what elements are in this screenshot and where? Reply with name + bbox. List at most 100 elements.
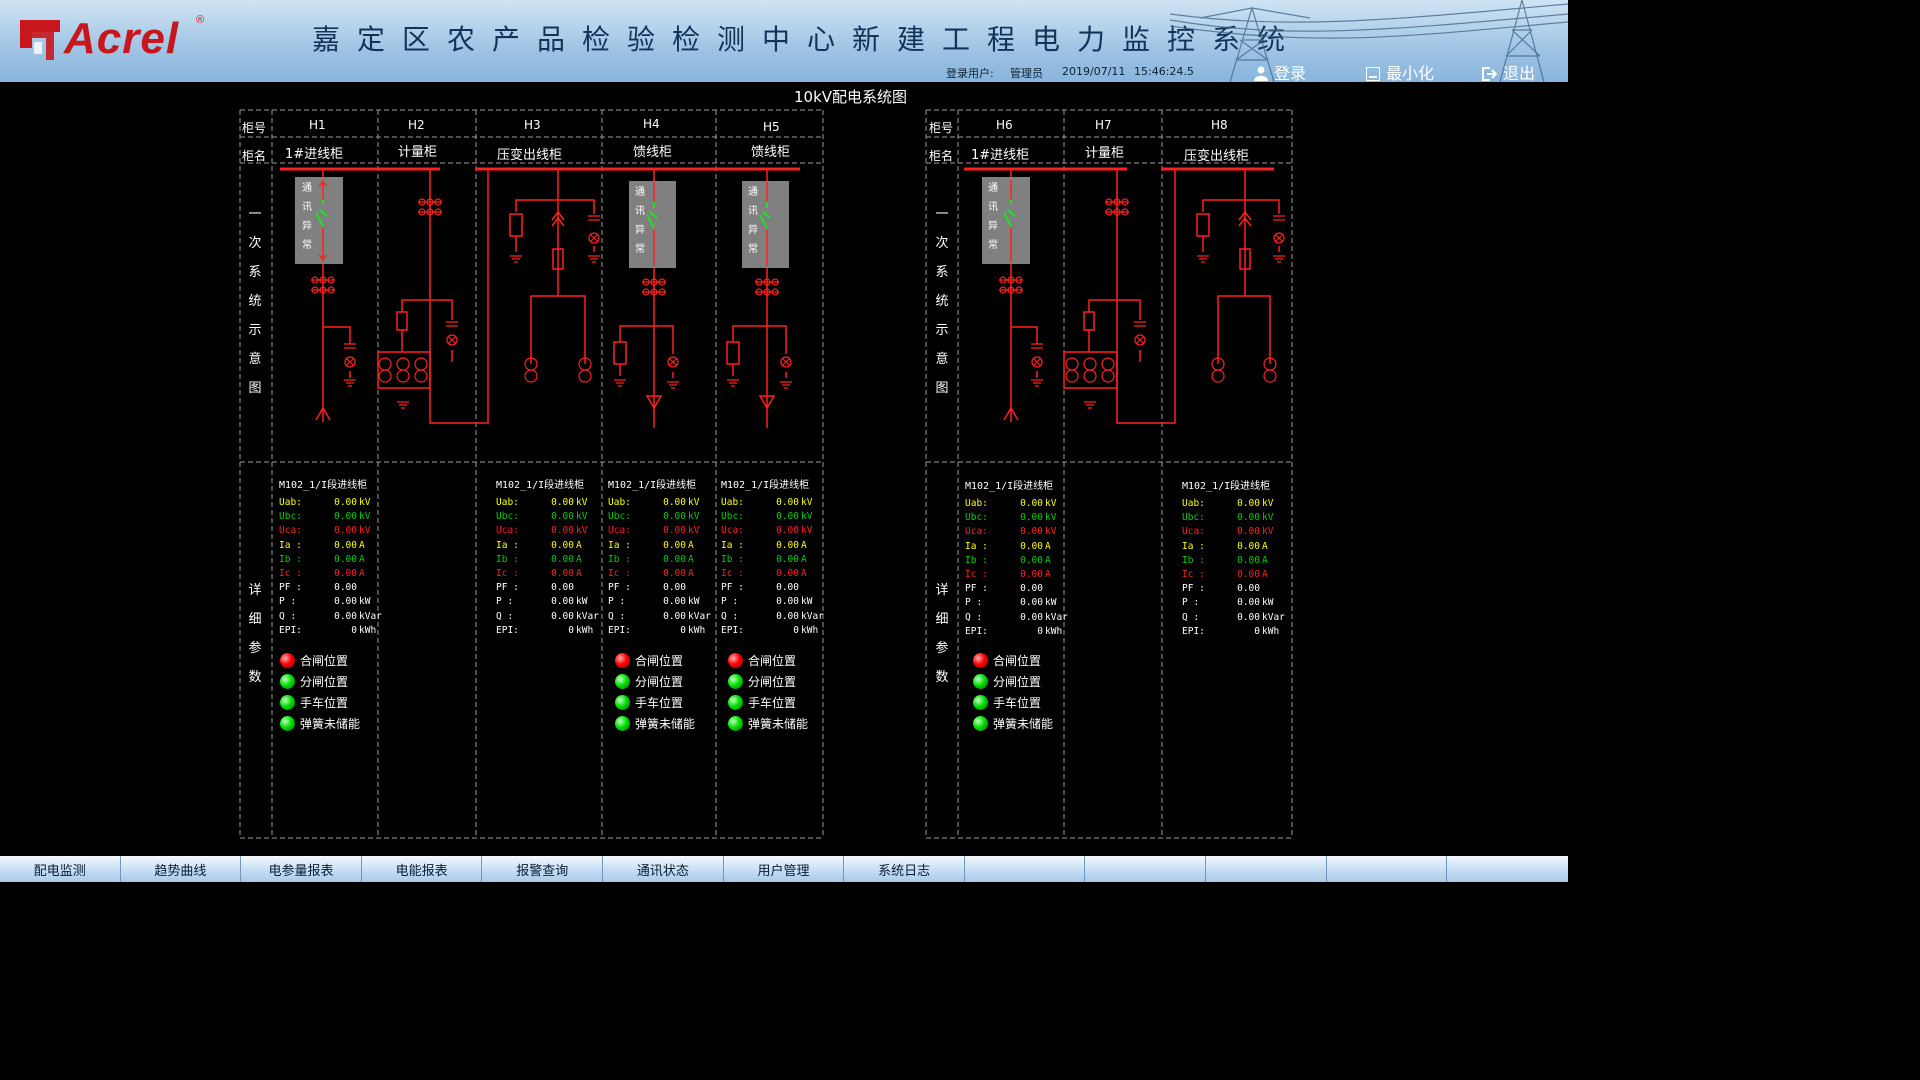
comm-error-label[interactable]: 通讯异常 bbox=[300, 179, 314, 255]
nav-item-5[interactable]: 通讯状态 bbox=[603, 856, 724, 882]
state-indicator: 弹簧未储能 bbox=[280, 715, 390, 736]
comm-error-label[interactable]: 通讯异常 bbox=[746, 183, 760, 259]
param-unit: kV bbox=[576, 511, 588, 523]
nav-item-6[interactable]: 用户管理 bbox=[724, 856, 845, 882]
param-value: 0 bbox=[568, 624, 574, 636]
param-unit: A bbox=[1045, 540, 1051, 552]
param-value: 0.00 bbox=[334, 567, 357, 579]
param-row: Ubc: 0.00 kV bbox=[965, 512, 1069, 526]
param-row: Ubc: 0.00 kV bbox=[608, 511, 712, 525]
nav-item-0[interactable]: 配电监测 bbox=[0, 856, 121, 882]
param-unit: kVar bbox=[1045, 611, 1068, 623]
state-label: 合闸位置 bbox=[300, 654, 349, 668]
nav-item-8[interactable] bbox=[965, 856, 1086, 882]
param-value: 0.00 bbox=[776, 539, 799, 551]
param-name: Ic : bbox=[1182, 568, 1205, 580]
param-row: EPI: 0 kWh bbox=[1182, 626, 1286, 640]
status-led-icon bbox=[973, 653, 988, 668]
param-value: 0.00 bbox=[334, 582, 357, 594]
param-row: Uca: 0.00 kV bbox=[965, 526, 1069, 540]
param-name: Uab: bbox=[1182, 498, 1205, 509]
param-name: P : bbox=[279, 596, 297, 608]
comm-error-label[interactable]: 通讯异常 bbox=[633, 183, 647, 259]
param-name: Ia : bbox=[1182, 540, 1205, 552]
param-row: Ia : 0.00 A bbox=[279, 540, 383, 554]
param-panel-h6: M102_1/I段进线柜 Uab: 0.00 kV Ubc: 0.00 kV Uca: 0.00… bbox=[965, 477, 1069, 640]
param-value: 0.00 bbox=[663, 497, 686, 508]
param-name: EPI: bbox=[1182, 625, 1205, 637]
param-row: P : 0.00 kW bbox=[965, 597, 1069, 611]
state-indicator: 分闸位置 bbox=[728, 673, 838, 694]
panel-title: M102_1/I段进线柜 bbox=[279, 480, 368, 491]
param-unit: A bbox=[1045, 568, 1051, 580]
param-row: Q : 0.00 kVar bbox=[721, 611, 825, 625]
detail-params-label: 详细参数 bbox=[248, 583, 262, 685]
param-value: 0.00 bbox=[1237, 526, 1260, 538]
param-value: 0.00 bbox=[1020, 554, 1043, 566]
nav-item-4[interactable]: 报警查询 bbox=[482, 856, 604, 882]
param-value: 0.00 bbox=[1237, 540, 1260, 552]
param-row: Uab: 0.00 kV bbox=[1182, 498, 1286, 512]
param-name: P : bbox=[1182, 597, 1200, 609]
param-unit: A bbox=[801, 553, 807, 565]
param-value: 0.00 bbox=[551, 553, 574, 565]
param-name: Ubc: bbox=[279, 511, 302, 523]
param-value: 0.00 bbox=[776, 582, 799, 594]
param-row: PF : 0.00 bbox=[608, 582, 712, 596]
param-unit: A bbox=[1262, 540, 1268, 552]
param-row: Ia : 0.00 A bbox=[496, 540, 600, 554]
param-name: PF : bbox=[608, 582, 631, 594]
param-row: Ib : 0.00 A bbox=[496, 554, 600, 568]
cabinet-number-label: 柜号 bbox=[929, 121, 954, 135]
nav-item-1[interactable]: 趋势曲线 bbox=[121, 856, 242, 882]
nav-item-10[interactable] bbox=[1206, 856, 1327, 882]
state-label: 手车位置 bbox=[300, 696, 349, 710]
nav-item-3[interactable]: 电能报表 bbox=[362, 856, 483, 882]
nav-item-11[interactable] bbox=[1327, 856, 1448, 882]
panel-title: M102_1/I段进线柜 bbox=[965, 481, 1054, 492]
param-value: 0 bbox=[680, 624, 686, 636]
nav-item-9[interactable] bbox=[1085, 856, 1207, 882]
param-unit: kV bbox=[1262, 512, 1274, 524]
param-name: EPI: bbox=[608, 624, 631, 636]
param-name: Ia : bbox=[965, 540, 988, 552]
param-name: Uab: bbox=[965, 498, 988, 509]
panel-title: M102_1/I段进线柜 bbox=[496, 480, 585, 491]
state-indicator: 弹簧未储能 bbox=[728, 715, 838, 736]
param-value: 0.00 bbox=[551, 610, 574, 622]
param-name: Ib : bbox=[965, 554, 988, 566]
param-value: 0.00 bbox=[334, 525, 357, 537]
param-row: Uab: 0.00 kV bbox=[608, 497, 712, 511]
state-indicator: 手车位置 bbox=[615, 694, 725, 715]
panel-title: M102_1/I段进线柜 bbox=[608, 480, 697, 491]
status-led-icon bbox=[728, 674, 743, 689]
param-row: Ic : 0.00 A bbox=[721, 568, 825, 582]
single-line-diagram bbox=[239, 109, 1293, 839]
param-value: 0.00 bbox=[334, 596, 357, 608]
param-row: Ib : 0.00 A bbox=[608, 554, 712, 568]
state-label: 分闸位置 bbox=[748, 675, 797, 689]
param-value: 0.00 bbox=[663, 553, 686, 565]
param-row: Q : 0.00 kVar bbox=[1182, 612, 1286, 626]
param-name: Ic : bbox=[608, 567, 631, 579]
param-name: PF : bbox=[965, 583, 988, 595]
param-row: Uab: 0.00 kV bbox=[279, 497, 383, 511]
param-value: 0.00 bbox=[551, 497, 574, 508]
status-led-icon bbox=[280, 674, 295, 689]
param-row: Ic : 0.00 A bbox=[496, 568, 600, 582]
nav-item-7[interactable]: 系统日志 bbox=[844, 856, 965, 882]
param-row: PF : 0.00 bbox=[279, 582, 383, 596]
param-row: P : 0.00 kW bbox=[1182, 597, 1286, 611]
param-name: P : bbox=[965, 597, 983, 609]
param-name: Ubc: bbox=[965, 512, 988, 524]
nav-item-12[interactable] bbox=[1447, 856, 1568, 882]
param-unit: A bbox=[688, 553, 694, 565]
comm-error-label[interactable]: 通讯异常 bbox=[986, 179, 1000, 255]
nav-item-2[interactable]: 电参量报表 bbox=[241, 856, 362, 882]
param-row: Ib : 0.00 A bbox=[279, 554, 383, 568]
param-name: Ubc: bbox=[1182, 512, 1205, 524]
param-unit: kVar bbox=[688, 610, 711, 622]
param-row: Ic : 0.00 A bbox=[608, 568, 712, 582]
status-led-icon bbox=[615, 716, 630, 731]
cabinet-number: H1 bbox=[309, 118, 326, 132]
